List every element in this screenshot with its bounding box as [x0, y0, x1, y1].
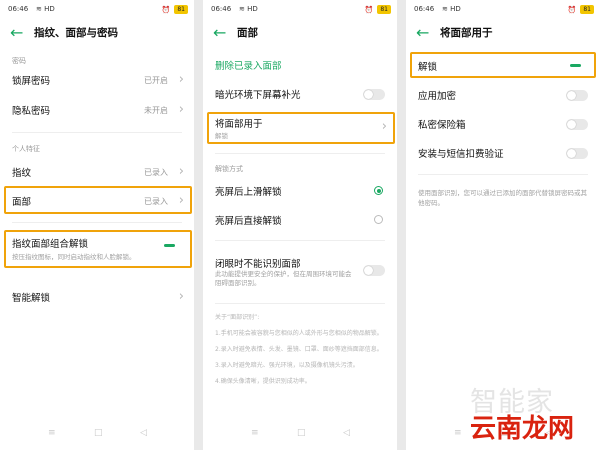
- alarm-icon: ⏰: [567, 5, 577, 14]
- divider: [12, 222, 182, 223]
- section-password: 密码: [12, 57, 26, 65]
- swipe-unlock-label[interactable]: 亮屏后上滑解锁: [215, 184, 282, 198]
- chevron-right-icon[interactable]: ›: [179, 194, 184, 207]
- divider: [215, 240, 385, 241]
- swipe-unlock-radio[interactable]: [374, 186, 383, 195]
- alarm-icon: ⏰: [364, 5, 374, 14]
- wifi-icon: ≋ HD: [36, 5, 55, 13]
- combo-unlock-toggle[interactable]: [160, 240, 182, 251]
- screen-fingerprint-face-password: 06:46 ⏰ 81 ≋ HD ← 指纹、面部与密码 密码 锁屏密码 已开启 ›…: [0, 0, 194, 450]
- face-status: 已录入: [144, 197, 168, 206]
- divider: [215, 303, 385, 304]
- alarm-icon: ⏰: [161, 5, 171, 14]
- chevron-right-icon[interactable]: ›: [179, 165, 184, 178]
- battery-icon: 81: [377, 5, 391, 14]
- page-title: 指纹、面部与密码: [34, 27, 118, 39]
- divider: [215, 153, 385, 154]
- app-encrypt-toggle[interactable]: [566, 90, 588, 101]
- chevron-right-icon[interactable]: ›: [382, 120, 387, 133]
- chevron-right-icon[interactable]: ›: [179, 103, 184, 116]
- use-face-for-label[interactable]: 将面部用于: [215, 116, 263, 130]
- lock-password-status: 已开启: [144, 76, 168, 85]
- combo-unlock-label[interactable]: 指纹面部组合解锁: [12, 236, 88, 250]
- nav-back-icon[interactable]: ◁: [343, 428, 350, 438]
- navigation-bar: ≡ □ ◁: [0, 428, 194, 444]
- chevron-right-icon[interactable]: ›: [179, 73, 184, 86]
- status-time: 06:46: [414, 5, 435, 13]
- eyes-closed-description: 此功能提供更安全的保护，但在周围环境可能会阻碍面部识别。: [215, 270, 352, 287]
- menu-icon[interactable]: ≡: [48, 428, 56, 438]
- status-bar: 06:46 ⏰ 81 ≋ HD: [8, 5, 188, 17]
- private-safe-label[interactable]: 私密保险箱: [418, 117, 466, 131]
- dim-light-fill-toggle[interactable]: [363, 89, 385, 100]
- footnote: 使用面部识别，您可以通过已添加的面部代替锁屏密码或其他密码。: [418, 189, 587, 207]
- private-safe-toggle[interactable]: [566, 119, 588, 130]
- back-arrow-icon[interactable]: ←: [213, 25, 231, 41]
- face-label[interactable]: 面部: [12, 194, 31, 208]
- status-time: 06:46: [211, 5, 232, 13]
- about-line: 1.手机可能会被容貌与您相似的人或外形与您相似的物品解锁。: [215, 330, 383, 337]
- screen-separator: [397, 0, 406, 450]
- signal-label: HD: [44, 5, 55, 13]
- signal-label: HD: [450, 5, 461, 13]
- nav-back-icon[interactable]: ◁: [140, 428, 147, 438]
- battery-icon: 81: [580, 5, 594, 14]
- home-icon[interactable]: □: [297, 428, 306, 438]
- page-title: 将面部用于: [440, 27, 493, 39]
- section-unlock-method: 解锁方式: [215, 165, 243, 173]
- battery-icon: 81: [174, 5, 188, 14]
- chevron-right-icon[interactable]: ›: [179, 290, 184, 303]
- install-sms-verify-toggle[interactable]: [566, 148, 588, 159]
- page-title: 面部: [237, 27, 258, 39]
- direct-unlock-label[interactable]: 亮屏后直接解锁: [215, 213, 282, 227]
- menu-icon[interactable]: ≡: [251, 428, 259, 438]
- eyes-closed-label[interactable]: 闭眼时不能识别面部: [215, 256, 301, 270]
- about-title: 关于“面部识别”:: [215, 314, 260, 321]
- unlock-toggle[interactable]: [566, 60, 588, 71]
- wifi-icon: ≋ HD: [239, 5, 258, 13]
- fingerprint-label[interactable]: 指纹: [12, 165, 31, 179]
- wifi-icon: ≋ HD: [442, 5, 461, 13]
- about-line: 4.确保头像清晰，提供识别成功率。: [215, 378, 311, 385]
- menu-icon[interactable]: ≡: [454, 428, 462, 438]
- app-encrypt-label[interactable]: 应用加密: [418, 88, 456, 102]
- about-line: 3.录入时避免暗光、强光环境，以及摄像机镜头污渍。: [215, 362, 359, 369]
- back-arrow-icon[interactable]: ←: [416, 25, 434, 41]
- home-icon[interactable]: □: [94, 428, 103, 438]
- navigation-bar: ≡ □ ◁: [203, 428, 397, 444]
- eyes-closed-toggle[interactable]: [363, 265, 385, 276]
- screen-face: 06:46 ⏰ 81 ≋ HD ← 面部 删除已录入面部 暗光环境下屏幕补光 将…: [203, 0, 397, 450]
- privacy-password-status: 未开启: [144, 106, 168, 115]
- combo-unlock-description: 按压指纹图标，同时启动指纹和人脸解锁。: [12, 253, 136, 261]
- back-arrow-icon[interactable]: ←: [10, 25, 28, 41]
- privacy-password-label[interactable]: 隐私密码: [12, 103, 50, 117]
- status-bar: 06:46 ⏰ 81 ≋ HD: [414, 5, 594, 17]
- section-biometrics: 个人特征: [12, 145, 40, 153]
- use-face-for-value: 解锁: [215, 132, 228, 140]
- install-sms-verify-label[interactable]: 安装与短信扣费验证: [418, 146, 504, 160]
- about-face-recognition: 关于“面部识别”: 1.手机可能会被容貌与您相似的人或外形与您相似的物品解锁。 …: [215, 312, 387, 387]
- signal-label: HD: [247, 5, 258, 13]
- direct-unlock-radio[interactable]: [374, 215, 383, 224]
- dim-light-fill-label[interactable]: 暗光环境下屏幕补光: [215, 87, 301, 101]
- divider: [12, 132, 182, 133]
- watermark-text-bottom: 云南龙网: [470, 414, 575, 444]
- status-time: 06:46: [8, 5, 29, 13]
- about-line: 2.录入时避免表情、头发、墨镜、口罩、面纱等遮挡面部信息。: [215, 346, 383, 353]
- smart-unlock-label[interactable]: 智能解锁: [12, 290, 50, 304]
- status-bar: 06:46 ⏰ 81 ≋ HD: [211, 5, 391, 17]
- divider: [418, 174, 588, 175]
- unlock-label[interactable]: 解锁: [418, 59, 437, 73]
- delete-face-button[interactable]: 删除已录入面部: [215, 58, 282, 72]
- lock-password-label[interactable]: 锁屏密码: [12, 73, 50, 87]
- screen-separator: [194, 0, 203, 450]
- fingerprint-status: 已录入: [144, 168, 168, 177]
